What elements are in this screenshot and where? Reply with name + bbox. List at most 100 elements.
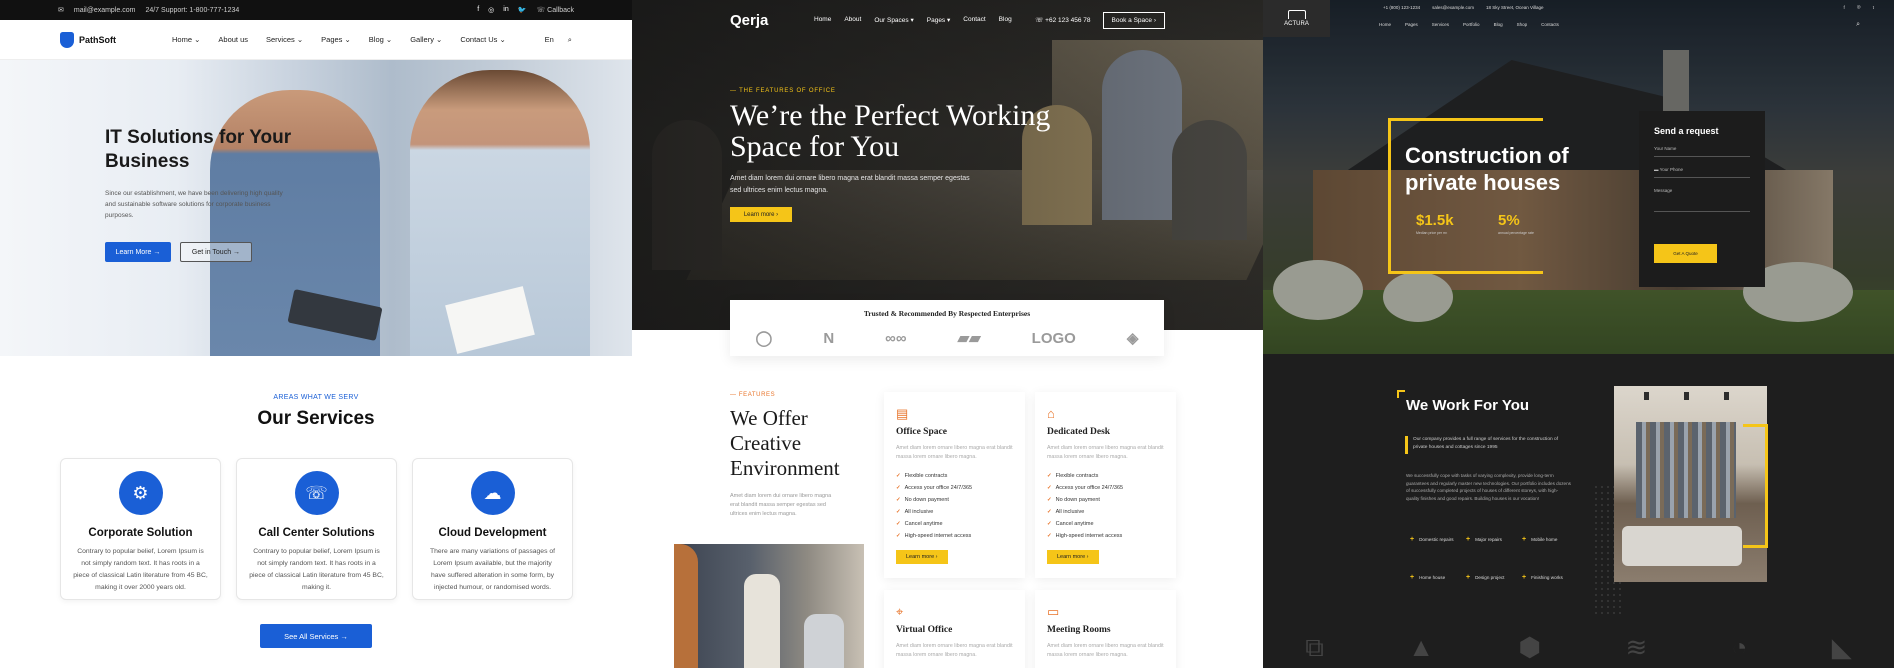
- field-placeholder: Your Phone: [1659, 167, 1684, 172]
- see-all-services-button[interactable]: See All Services →: [260, 624, 372, 648]
- features-description: Amet diam lorem dui ornare libero magna …: [730, 493, 832, 517]
- phone-field[interactable]: ▬ Your Phone: [1654, 167, 1750, 178]
- twitter-icon[interactable]: t: [1873, 5, 1874, 10]
- twitter-icon[interactable]: 🐦: [518, 6, 527, 14]
- service-item[interactable]: + Mobile home: [1522, 536, 1572, 543]
- item-text: No down payment: [1055, 497, 1100, 503]
- nav-blog[interactable]: Blog: [999, 16, 1012, 24]
- name-field[interactable]: Your Name: [1654, 146, 1750, 157]
- nav-blog[interactable]: Blog: [1494, 22, 1503, 27]
- feature-card[interactable]: ⌖ Virtual Office Amet diam lorem ornare …: [884, 590, 1025, 668]
- linkedin-icon[interactable]: in: [503, 6, 508, 14]
- logo[interactable]: PathSoft: [60, 31, 172, 48]
- topbar-email[interactable]: mail@example.com: [74, 7, 136, 14]
- learn-more-button[interactable]: Learn more ›: [1047, 550, 1099, 564]
- card-description: Contrary to popular belief, Lorem Ipsum …: [73, 548, 208, 591]
- features-title: We Offer Creative Environment: [730, 406, 840, 480]
- accent-bar: [1405, 436, 1408, 454]
- nav-pages[interactable]: Pages ▾: [927, 16, 951, 24]
- logo-text: ACTURA: [1284, 21, 1309, 27]
- nav-label: Our Spaces: [874, 17, 909, 24]
- instagram-icon[interactable]: ◎: [488, 6, 494, 14]
- feature-card[interactable]: ▤ Office Space Amet diam lorem ornare li…: [884, 392, 1025, 578]
- hero-description: Since our establishment, we have been de…: [105, 190, 283, 219]
- item-text: Flexible contracts: [1055, 473, 1099, 479]
- list-item: ✓ All inclusive: [1047, 509, 1085, 515]
- logo[interactable]: Qerja: [730, 12, 814, 29]
- learn-more-button[interactable]: Learn More →: [105, 242, 171, 262]
- service-card[interactable]: ⚙ Corporate Solution Contrary to popular…: [60, 458, 221, 600]
- service-card[interactable]: ☁ Cloud Development There are many varia…: [412, 458, 573, 600]
- nav-about[interactable]: About us: [218, 35, 248, 44]
- plus-icon: +: [1466, 574, 1471, 581]
- topbar-support: 24/7 Support: 1-800-777-1234: [145, 6, 240, 14]
- nav-blog[interactable]: Blog ⌄: [369, 35, 392, 44]
- service-item[interactable]: + Design project: [1466, 574, 1516, 581]
- service-item[interactable]: + Finishing works: [1522, 574, 1572, 581]
- get-quote-button[interactable]: Get A Quote: [1654, 244, 1717, 263]
- nav-contact[interactable]: Contact Us ⌄: [460, 35, 505, 44]
- facebook-icon[interactable]: f: [1844, 5, 1845, 10]
- phone-number: +62 123 456 78: [1045, 17, 1091, 24]
- feature-card[interactable]: ▭ Meeting Rooms Amet diam lorem ornare l…: [1035, 590, 1176, 668]
- nav-shop[interactable]: Shop: [1517, 22, 1528, 27]
- search-icon[interactable]: ⌕: [568, 35, 572, 45]
- button-label: Book a Space: [1111, 16, 1153, 24]
- nav-contacts[interactable]: Contacts: [1541, 22, 1559, 27]
- phone-link[interactable]: ☏ +62 123 456 78: [1035, 16, 1090, 24]
- nav-services[interactable]: Services ⌄: [266, 35, 303, 44]
- instagram-icon[interactable]: ◎: [1857, 4, 1861, 10]
- feature-card[interactable]: ⌂ Dedicated Desk Amet diam lorem ornare …: [1035, 392, 1176, 578]
- item-text: Access your office 24/7/365: [1055, 485, 1124, 491]
- item-text: Cancel anytime: [1055, 521, 1094, 527]
- learn-more-button[interactable]: Learn more ›: [730, 207, 792, 222]
- item-text: All inclusive: [1055, 509, 1085, 515]
- callback-link[interactable]: ☏ Callback: [536, 6, 574, 14]
- shield-logo-icon: [60, 31, 74, 48]
- wall-panel-shape: [1636, 422, 1736, 518]
- stat-rate: 5% annual percentage rate: [1498, 212, 1534, 235]
- learn-more-button[interactable]: Learn more ›: [896, 550, 948, 564]
- features-kicker: — FEATURES: [730, 392, 776, 398]
- nav-pages[interactable]: Pages: [1405, 22, 1418, 27]
- nav-contact[interactable]: Contact: [963, 16, 985, 24]
- topbar-phone[interactable]: +1 (800) 123-1234: [1383, 5, 1420, 10]
- service-item[interactable]: + Domestic repairs: [1410, 536, 1460, 543]
- nav-home[interactable]: Home: [1379, 22, 1391, 27]
- corner-mark-decoration: [1397, 390, 1405, 398]
- topbar: +1 (800) 123-1234 sales@example.com 18 S…: [1383, 2, 1874, 12]
- get-in-touch-button[interactable]: Get in Touch →: [180, 242, 252, 262]
- service-item[interactable]: + Home house: [1410, 574, 1460, 581]
- nav-portfolio[interactable]: Portfolio: [1463, 22, 1480, 27]
- search-icon[interactable]: ⌕: [1856, 21, 1860, 29]
- service-label: Home house: [1419, 575, 1446, 580]
- topbar-email[interactable]: sales@example.com: [1432, 5, 1474, 10]
- nav-services[interactable]: Services: [1432, 22, 1449, 27]
- services-title: Our Services: [257, 408, 375, 429]
- nav-label: Contact Us: [460, 35, 498, 44]
- plus-icon: +: [1522, 536, 1527, 543]
- nav-home[interactable]: Home ⌄: [172, 35, 200, 44]
- nav-home[interactable]: Home: [814, 16, 831, 24]
- list-item: ✓ Access your office 24/7/365: [1047, 485, 1124, 491]
- nav-our-spaces[interactable]: Our Spaces ▾: [874, 16, 913, 24]
- logo[interactable]: ACTURA: [1263, 0, 1330, 37]
- work-body: We successfully cope with tasks of varyi…: [1406, 473, 1571, 501]
- nav-gallery[interactable]: Gallery ⌄: [410, 35, 442, 44]
- card-title: Dedicated Desk: [1047, 427, 1111, 437]
- service-card[interactable]: ☏ Call Center Solutions Contrary to popu…: [236, 458, 397, 600]
- service-item[interactable]: + Major repairs: [1466, 536, 1516, 543]
- form-title: Send a request: [1654, 126, 1719, 136]
- nav-pages[interactable]: Pages ⌄: [321, 35, 351, 44]
- facebook-icon[interactable]: f: [477, 6, 479, 14]
- yellow-frame-decoration: [1743, 424, 1768, 548]
- book-space-button[interactable]: Book a Space ›: [1102, 11, 1165, 29]
- stat-value: $1.5k: [1416, 212, 1454, 229]
- nav-about[interactable]: About: [844, 16, 861, 24]
- building-icon: ▤: [896, 406, 909, 421]
- message-field[interactable]: Message: [1654, 188, 1750, 212]
- language-switch[interactable]: En: [545, 35, 554, 45]
- button-label: Learn More: [115, 248, 152, 256]
- item-text: All inclusive: [904, 509, 934, 515]
- card-description: Amet diam lorem ornare libero magna erat…: [896, 643, 1013, 658]
